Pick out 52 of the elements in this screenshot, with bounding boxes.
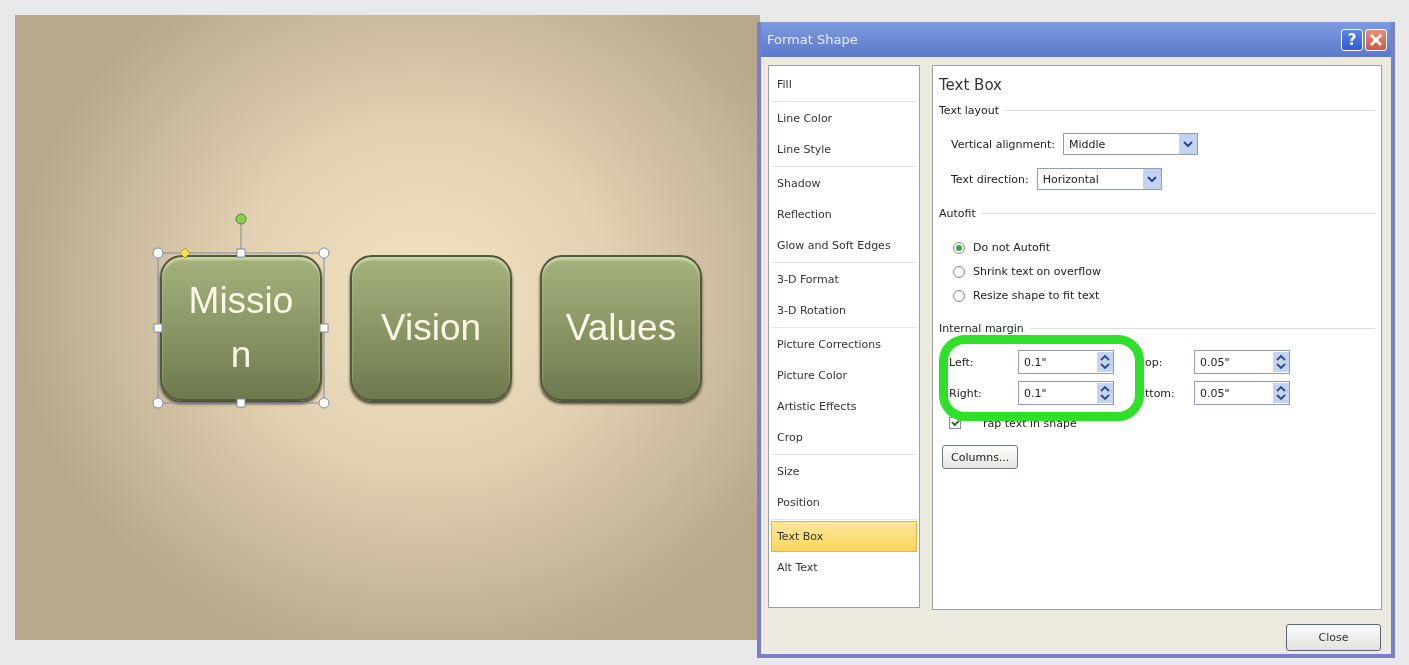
dropdown[interactable]: Middle	[1062, 133, 1198, 155]
spin-field[interactable]: 0.05"	[1194, 350, 1290, 374]
selection-handles[interactable]	[152, 213, 330, 409]
category-item[interactable]: Alt Text	[771, 552, 917, 583]
section-title: Autofit	[939, 206, 976, 220]
window-title: Format Shape	[767, 32, 859, 47]
columns-button[interactable]: Columns...	[942, 445, 1019, 469]
field-label: Right:	[949, 386, 983, 400]
close-button[interactable]	[1365, 28, 1387, 51]
category-item[interactable]: Size	[771, 456, 917, 487]
panel-heading: Text Box	[939, 76, 1003, 94]
spinner-arrows-icon	[1273, 352, 1289, 372]
help-button[interactable]: ?	[1341, 28, 1363, 51]
chevron-down-icon	[1178, 134, 1197, 154]
field-label: Left:	[949, 355, 975, 369]
field-label: Text direction:	[951, 172, 1029, 186]
spin-field[interactable]: 0.05"	[1194, 381, 1290, 405]
spin-field[interactable]: 0.1"	[1018, 381, 1114, 405]
category-item[interactable]: Picture Color	[771, 360, 917, 391]
field-label: ttom:	[1145, 386, 1175, 400]
dropdown[interactable]: Horizontal	[1036, 168, 1162, 190]
category-item[interactable]: Line Color	[771, 103, 917, 134]
category-item[interactable]: Reflection	[771, 199, 917, 230]
chevron-down-icon	[1142, 169, 1161, 189]
radio-label: Do not Autofit	[973, 241, 1050, 254]
section-title: Text layout	[939, 103, 1000, 117]
category-item[interactable]: Picture Corrections	[771, 329, 917, 360]
spinner-arrows-icon	[1273, 383, 1289, 403]
category-item[interactable]: Text Box	[771, 521, 917, 552]
section-title: Internal margin	[939, 321, 1024, 335]
radio-label: Resize shape to fit text	[973, 289, 1100, 302]
radio-button[interactable]	[953, 265, 965, 278]
category-item[interactable]: Glow and Soft Edges	[771, 230, 917, 261]
radio-button[interactable]	[953, 289, 965, 302]
spin-field[interactable]: 0.1"	[1018, 350, 1114, 374]
category-item[interactable]: 3-D Format	[771, 264, 917, 295]
checkbox-label: rap text in shape	[983, 416, 1077, 430]
field-label: op:	[1145, 355, 1163, 369]
spinner-arrows-icon	[1097, 352, 1113, 372]
category-item[interactable]: Line Style	[771, 134, 917, 165]
category-item[interactable]: Artistic Effects	[771, 391, 917, 422]
category-item[interactable]: Position	[771, 487, 917, 518]
category-item[interactable]: Fill	[771, 69, 917, 100]
radio-button[interactable]	[953, 241, 965, 254]
field-label: Vertical alignment:	[951, 137, 1055, 151]
radio-label: Shrink text on overflow	[973, 265, 1101, 278]
category-item[interactable]: Crop	[771, 422, 917, 453]
spinner-arrows-icon	[1097, 383, 1113, 403]
close-icon	[1369, 32, 1383, 47]
close-button[interactable]: Close	[1286, 624, 1381, 651]
category-item[interactable]: Shadow	[771, 168, 917, 199]
category-item[interactable]: 3-D Rotation	[771, 295, 917, 326]
